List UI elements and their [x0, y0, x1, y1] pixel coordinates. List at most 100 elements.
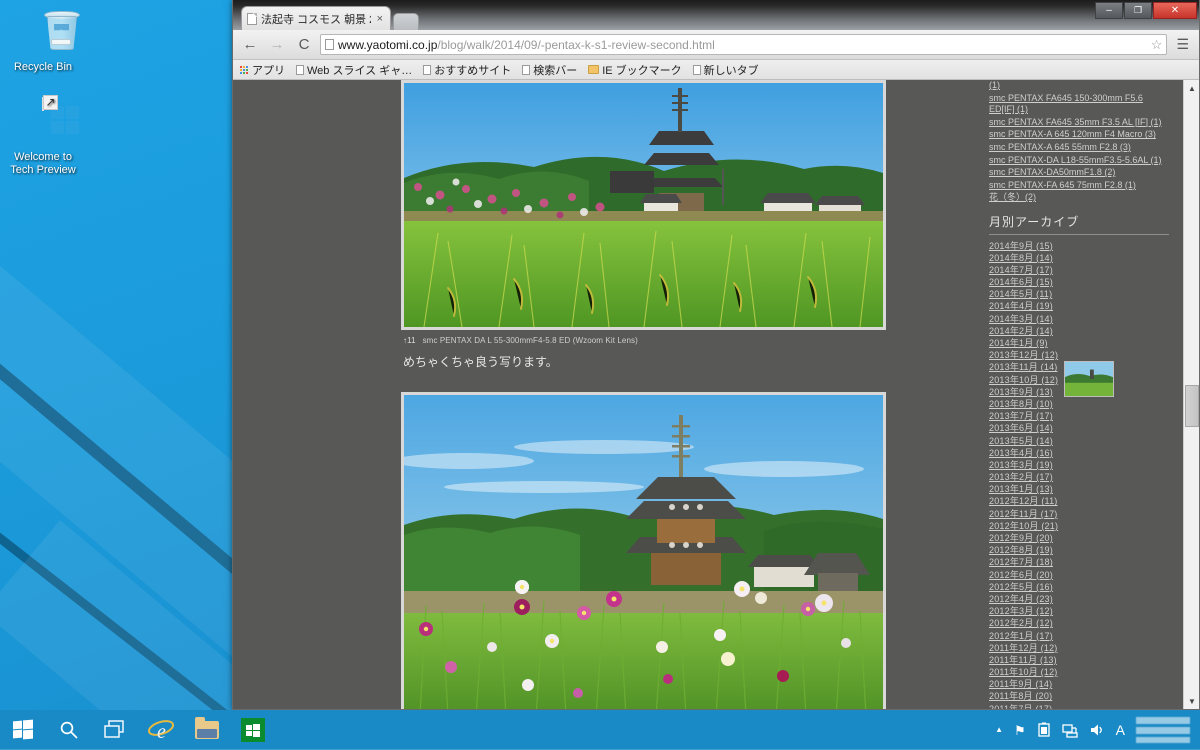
sidebar-archive-link[interactable]: 2013年6月 (14)	[989, 423, 1169, 435]
new-tab-button[interactable]	[393, 13, 419, 30]
sidebar-archive-link[interactable]: 2012年10月 (21)	[989, 521, 1169, 533]
sidebar-tag-link[interactable]: smc PENTAX-FA 645 75mm F2.8 (1)	[989, 180, 1169, 192]
sidebar-archive-link[interactable]: 2012年8月 (19)	[989, 545, 1169, 557]
sidebar-archive-link[interactable]: 2013年8月 (10)	[989, 399, 1169, 411]
minimize-button[interactable]: –	[1095, 2, 1123, 19]
system-tray[interactable]: ▲ ⚑ A	[995, 717, 1200, 743]
sidebar-tag-link[interactable]: smc PENTAX-DA50mmF1.8 (2)	[989, 167, 1169, 179]
action-center-flag-icon[interactable]: ⚑	[1014, 724, 1026, 737]
sidebar-archive-link[interactable]: 2014年6月 (15)	[989, 277, 1169, 289]
taskbar-buttons[interactable]: e	[0, 710, 276, 750]
sidebar-archive-link[interactable]: 2013年5月 (14)	[989, 436, 1169, 448]
sidebar-tag-link[interactable]: (1)	[989, 80, 1169, 92]
bookmark-suggested-sites[interactable]: おすすめサイト	[423, 62, 511, 78]
battery-icon[interactable]	[1037, 722, 1051, 738]
search-button[interactable]	[46, 710, 92, 750]
bookmark-star-icon[interactable]: ☆	[1151, 37, 1163, 53]
sidebar-tag-link[interactable]: 花（冬）(2)	[989, 192, 1169, 204]
sidebar-archive-link[interactable]: 2012年5月 (16)	[989, 582, 1169, 594]
sidebar-archive-link[interactable]: 2014年1月 (9)	[989, 338, 1169, 350]
task-view-button[interactable]	[92, 710, 138, 750]
bookmark-apps[interactable]: アプリ	[239, 62, 285, 78]
sidebar-archive-link[interactable]: 2014年3月 (14)	[989, 314, 1169, 326]
sidebar-tag-link[interactable]: smc PENTAX-A 645 55mm F2.8 (3)	[989, 142, 1169, 154]
browser-title-bar[interactable]: 法起寺 コスモス 朝景 20 × – ❐ ✕	[233, 0, 1199, 30]
scrollbar-thumb[interactable]	[1185, 385, 1199, 427]
taskbar[interactable]: e ▲ ⚑ A	[0, 710, 1200, 750]
sidebar-archive-link[interactable]: 2013年7月 (17)	[989, 411, 1169, 423]
address-bar[interactable]: www.yaotomi.co.jp/blog/walk/2014/09/-pen…	[320, 34, 1168, 55]
sidebar-archive-link[interactable]: 2011年10月 (12)	[989, 667, 1169, 679]
sidebar-archive-link[interactable]: 2014年8月 (14)	[989, 253, 1169, 265]
network-icon[interactable]	[1062, 722, 1078, 738]
sidebar-archive-link[interactable]: 2013年12月 (12)	[989, 350, 1169, 362]
sidebar-tag-link[interactable]: smc PENTAX-A 645 120mm F4 Macro (3)	[989, 129, 1169, 141]
sidebar-archive-link[interactable]: 2011年12月 (12)	[989, 643, 1169, 655]
article-photo-1[interactable]	[401, 80, 886, 330]
show-hidden-icons-button[interactable]: ▲	[995, 726, 1003, 734]
sidebar-archive-link[interactable]: 2012年2月 (12)	[989, 618, 1169, 630]
desktop-icon-label: Recycle Bin	[13, 61, 73, 73]
sidebar-archive-link[interactable]: 2012年6月 (20)	[989, 570, 1169, 582]
bookmark-new-tab[interactable]: 新しいタブ	[692, 62, 759, 78]
sidebar-tag-link[interactable]: smc PENTAX-DA L18-55mmF3.5-5.6AL (1)	[989, 155, 1169, 167]
page-scrollbar[interactable]: ▲ ▼	[1183, 80, 1199, 709]
internet-explorer-button[interactable]: e	[138, 710, 184, 750]
desktop-icon-welcome-tech-preview[interactable]: ↗ Welcome to Tech Preview	[0, 95, 86, 177]
sidebar-archive-link[interactable]: 2013年10月 (12)	[989, 375, 1169, 387]
sidebar-archive-link[interactable]: 2014年5月 (11)	[989, 289, 1169, 301]
sidebar-tag-link[interactable]: smc PENTAX FA645 150-300mm F5.6 ED[IF] (…	[989, 93, 1169, 116]
scroll-up-arrow-icon[interactable]: ▲	[1184, 80, 1199, 96]
sidebar-archive-link[interactable]: 2012年3月 (12)	[989, 606, 1169, 618]
page-viewport[interactable]: ↑11 smc PENTAX DA L 55-300mmF4-5.8 ED (W…	[233, 80, 1199, 709]
scroll-down-arrow-icon[interactable]: ▼	[1184, 693, 1199, 709]
sidebar-archive-link[interactable]: 2011年8月 (20)	[989, 691, 1169, 703]
sidebar-archive-link[interactable]: 2013年2月 (17)	[989, 472, 1169, 484]
reload-button[interactable]: C	[293, 34, 315, 56]
sidebar-archive-link[interactable]: 2011年9月 (14)	[989, 679, 1169, 691]
sidebar-archive-link[interactable]: 2011年11月 (13)	[989, 655, 1169, 667]
sidebar-archive-link[interactable]: 2012年11月 (17)	[989, 509, 1169, 521]
sidebar-archive-link[interactable]: 2013年9月 (13)	[989, 387, 1169, 399]
taskbar-clock[interactable]	[1136, 717, 1190, 743]
sidebar-divider	[989, 233, 1169, 235]
maximize-button[interactable]: ❐	[1124, 2, 1152, 19]
sidebar-archive-link[interactable]: 2013年3月 (19)	[989, 460, 1169, 472]
bookmark-ie-folder[interactable]: IE ブックマーク	[588, 62, 682, 78]
sidebar-archive-link[interactable]: 2014年9月 (15)	[989, 241, 1169, 253]
sidebar-archive-link[interactable]: 2012年7月 (18)	[989, 557, 1169, 569]
bookmark-web-slice[interactable]: Web スライス ギャ…	[296, 62, 412, 78]
article-photo-2[interactable]	[401, 392, 886, 709]
back-button[interactable]: ←	[239, 34, 261, 56]
store-button[interactable]	[230, 710, 276, 750]
volume-icon[interactable]	[1089, 722, 1105, 738]
sidebar-archive-link[interactable]: 2012年12月 (11)	[989, 496, 1169, 508]
window-controls[interactable]: – ❐ ✕	[1095, 2, 1197, 19]
sidebar-archive-link[interactable]: 2014年7月 (17)	[989, 265, 1169, 277]
desktop-icon-recycle-bin[interactable]: Recycle Bin	[0, 8, 86, 74]
close-button[interactable]: ✕	[1153, 2, 1197, 19]
sidebar-archive-link[interactable]: 2012年1月 (17)	[989, 631, 1169, 643]
sidebar-archive-link[interactable]: 2012年4月 (23)	[989, 594, 1169, 606]
svg-text:e: e	[157, 721, 166, 743]
tab-close-icon[interactable]: ×	[375, 13, 385, 25]
bookmark-search-bar[interactable]: 検索バー	[522, 62, 577, 78]
sidebar-archive-link[interactable]: 2011年7月 (17)	[989, 704, 1169, 709]
browser-tab[interactable]: 法起寺 コスモス 朝景 20 ×	[241, 6, 391, 30]
ime-indicator[interactable]: A	[1116, 723, 1125, 737]
chrome-menu-icon[interactable]: ☰	[1172, 36, 1193, 53]
web-page[interactable]: ↑11 smc PENTAX DA L 55-300mmF4-5.8 ED (W…	[233, 80, 1183, 709]
browser-toolbar[interactable]: ← → C www.yaotomi.co.jp/blog/walk/2014/0…	[233, 30, 1199, 60]
sidebar-archive-link[interactable]: 2012年9月 (20)	[989, 533, 1169, 545]
file-explorer-button[interactable]	[184, 710, 230, 750]
sidebar-archive-link[interactable]: 2013年1月 (13)	[989, 484, 1169, 496]
start-button[interactable]	[0, 710, 46, 750]
sidebar-archive-link[interactable]: 2013年11月 (14)	[989, 362, 1169, 374]
browser-window[interactable]: 法起寺 コスモス 朝景 20 × – ❐ ✕ ← → C www.yaotomi…	[232, 0, 1200, 710]
sidebar-archive-link[interactable]: 2014年4月 (19)	[989, 301, 1169, 313]
sidebar-archive-link[interactable]: 2013年4月 (16)	[989, 448, 1169, 460]
bookmarks-bar[interactable]: アプリ Web スライス ギャ… おすすめサイト 検索バー IE ブックマーク …	[233, 60, 1199, 80]
sidebar-tag-link[interactable]: smc PENTAX FA645 35mm F3.5 AL [IF] (1)	[989, 117, 1169, 129]
forward-button[interactable]: →	[266, 34, 288, 56]
sidebar-archive-link[interactable]: 2014年2月 (14)	[989, 326, 1169, 338]
